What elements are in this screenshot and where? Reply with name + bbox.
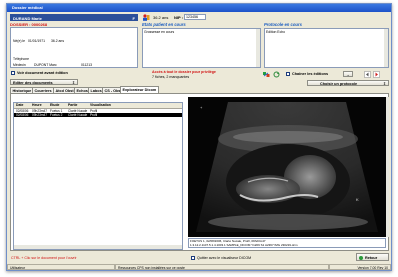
tab-explorateur-dicom[interactable]: Explorateur Dicom — [120, 86, 159, 93]
birth-label: Né(e) le — [13, 39, 26, 43]
status-version: Version 7.00 Rev 10 — [329, 264, 391, 270]
row-etude: Foetus 2 — [50, 113, 63, 117]
patient-name: DURAND Marie — [13, 16, 42, 21]
retour-icon — [359, 256, 363, 260]
col-date[interactable]: Date — [16, 103, 23, 108]
dicom-study-list[interactable]: Date Heure Etude Partie Visualisation 02… — [13, 102, 183, 250]
etats-content: Grossesse en cours — [144, 30, 175, 34]
row-vis: Profil — [90, 113, 98, 117]
status-resources: Ressources CPS non installées sur ce pos… — [115, 264, 329, 270]
quit-dicom-label: Quitter avec le visualiseur DICOM — [197, 256, 252, 260]
choisir-protocole-label: Choisir un protocole — [320, 82, 358, 86]
protocole-box[interactable]: Edition Echo — [264, 28, 389, 68]
chainer-checkbox[interactable] — [286, 72, 290, 76]
voir-document-label: Voir document avant édition — [17, 71, 68, 75]
birth-date: 01/01/1971 — [28, 39, 45, 43]
col-etude[interactable]: Etude — [50, 103, 59, 108]
voir-document-checkbox[interactable] — [11, 71, 15, 75]
col-visualisation[interactable]: Visualisation — [90, 103, 111, 108]
etats-title: Etats patient en cours — [142, 22, 186, 27]
status-bar: Utilisateur Ressources CPS non installée… — [7, 264, 391, 270]
doctor-name: DUPONT Marc — [34, 63, 57, 67]
header-age: 36.2 ans — [153, 15, 169, 20]
table-row[interactable]: 02/08/06 09h23m47 Foetus 2 Clarté Nucale… — [14, 113, 182, 117]
nip-field[interactable]: 123456 — [184, 14, 206, 20]
row-heure: 09h23m47 — [32, 113, 48, 117]
chainer-options-button[interactable]: → — [343, 71, 353, 77]
footer-hint: CTRL + Clic sur le document pour l'ouvri… — [11, 256, 77, 260]
svg-text:+: + — [200, 105, 203, 110]
dicom-info-line2: 1.3.12.2.1107.5.1.4.1003.1 SAMPLE_DICOM … — [190, 243, 298, 247]
nav-forward-icon[interactable] — [373, 71, 380, 78]
nip-label: NIP : — [174, 15, 184, 20]
tab-content: Date Heure Etude Partie Visualisation 02… — [10, 93, 389, 251]
doctor-code: 011213 — [81, 63, 93, 67]
ultrasound-image[interactable]: + K — [188, 97, 386, 237]
protocole-title: Protocole en cours — [264, 22, 302, 27]
image-vertical-scrollbar[interactable] — [386, 97, 389, 237]
retour-label: Retour — [365, 256, 378, 260]
editer-documents-label: Editer des documents — [13, 81, 53, 85]
quit-dicom-checkbox[interactable] — [191, 256, 195, 260]
chevron-down-icon: ⇕ — [382, 82, 386, 86]
col-partie[interactable]: Partie — [68, 103, 77, 108]
protocole-scrollbar[interactable] — [384, 29, 388, 67]
choisir-protocole-dropdown[interactable]: Choisir un protocole ⇕ — [307, 80, 389, 86]
row-date: 02/08/06 — [16, 113, 29, 117]
phone-label: Téléphone — [13, 57, 30, 61]
main-window: Dossier médical DURAND Marie F DOSSIER :… — [6, 3, 392, 271]
transfer-icon[interactable] — [263, 71, 270, 78]
patient-info-box: Né(e) le 01/01/1971 36.2 ans Téléphone M… — [10, 27, 138, 68]
protocole-content: Edition Echo — [266, 30, 286, 34]
patient-sex: F — [132, 16, 135, 21]
retour-button[interactable]: Retour — [356, 253, 389, 261]
nip-value: 123456 — [186, 15, 198, 19]
chainer-label: Chaîner les éditions — [292, 72, 329, 76]
window-title: Dossier médical — [7, 4, 391, 12]
chevron-down-icon: ⇕ — [71, 81, 75, 85]
svg-text:K: K — [356, 197, 359, 202]
list-horizontal-scrollbar[interactable] — [14, 245, 182, 249]
patient-icon — [142, 14, 150, 21]
fiches-count: 7 fiches, 2 manquantes — [152, 75, 190, 79]
nav-back-icon[interactable] — [364, 71, 371, 78]
row-partie: Clarté Nucale — [68, 113, 88, 117]
patient-name-field: DURAND Marie F — [10, 14, 138, 21]
editer-documents-dropdown[interactable]: Editer des documents ⇕ — [10, 79, 78, 85]
doctor-label: Médecin — [13, 63, 26, 67]
patient-age: 36.2 ans — [51, 39, 65, 43]
acces-warning: Accès à tout le dossier pour privilège — [152, 70, 216, 74]
refresh-icon[interactable] — [273, 71, 280, 78]
etats-box[interactable]: Grossesse en cours — [142, 28, 261, 68]
status-user: Utilisateur — [7, 264, 115, 270]
etats-scrollbar[interactable] — [256, 29, 260, 67]
dicom-info-box: FOETUS 1, 02/08/2006, Clarté Nucale, Pro… — [188, 238, 386, 248]
col-heure[interactable]: Heure — [32, 103, 42, 108]
